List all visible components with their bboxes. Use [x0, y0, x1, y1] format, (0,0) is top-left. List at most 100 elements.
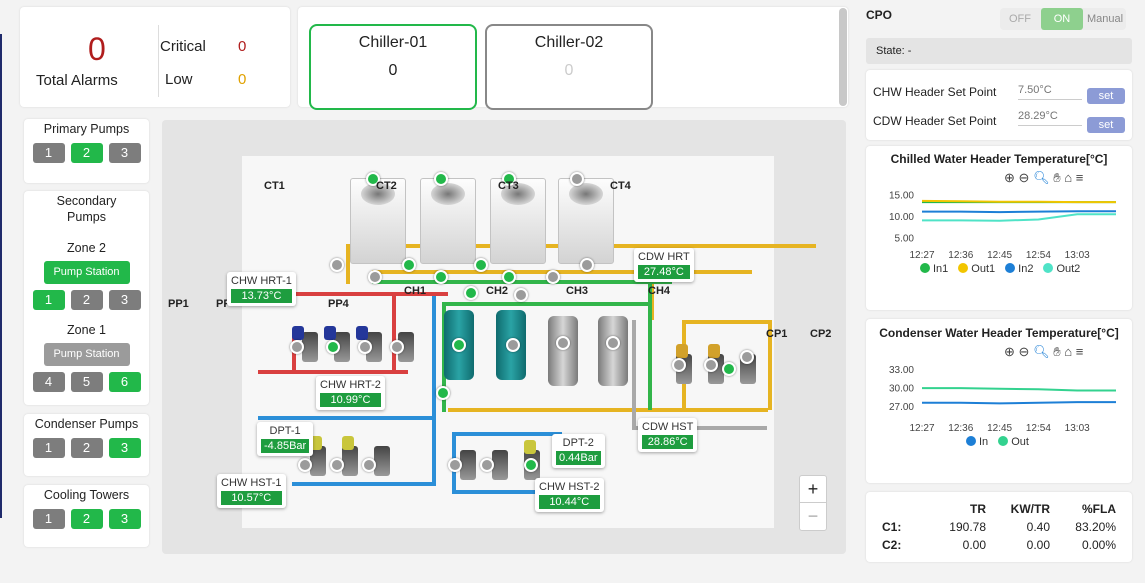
plant-diagram[interactable]: CT1 CT2 CT3 CT4 CH1 CH2 CH3 CH4 PP1 PP P… [162, 120, 846, 554]
legend-item[interactable]: In1 [920, 263, 948, 275]
cdw-hst-tag[interactable]: CDW HST 28.86°C [638, 418, 698, 452]
pan-hand-icon[interactable]: ✋︎ [1053, 170, 1060, 185]
chiller-1-status-dot[interactable] [452, 338, 466, 352]
valve-status-dot[interactable] [580, 258, 594, 272]
condenser-pump-status-dot[interactable] [672, 358, 686, 372]
primary-pump-1-button[interactable]: 1 [32, 143, 65, 163]
secondary-pump-status-dot[interactable] [448, 458, 462, 472]
cooling-tower-2[interactable] [420, 178, 476, 264]
chw-hrt1-tag[interactable]: CHW HRT-1 13.73°C [227, 272, 296, 306]
chiller-2-status-dot[interactable] [506, 338, 520, 352]
zoom-out-icon[interactable]: ⊖ [1019, 344, 1030, 359]
primary-pump-status-dot[interactable] [390, 340, 404, 354]
secondary-pump-status-dot[interactable] [524, 458, 538, 472]
secondary-pump-1-button[interactable]: 1 [32, 290, 65, 310]
secondary-pump-status-dot[interactable] [480, 458, 494, 472]
chiller-4-status-dot[interactable] [606, 336, 620, 350]
home-icon[interactable]: ⌂ [1064, 344, 1072, 359]
dpt1-tag[interactable]: DPT-1 -4.85Bar [257, 422, 314, 456]
cpo-manual-option[interactable]: Manual [1084, 8, 1126, 30]
valve-status-dot[interactable] [502, 270, 516, 284]
valve-status-dot[interactable] [546, 270, 560, 284]
primary-pump-unit[interactable] [302, 332, 318, 362]
legend-item[interactable]: Out [998, 436, 1029, 448]
primary-pump-3-button[interactable]: 3 [108, 143, 141, 163]
primary-pump-status-dot[interactable] [326, 340, 340, 354]
secondary-pump-2-button[interactable]: 2 [70, 290, 103, 310]
chiller-3-unit[interactable] [548, 316, 578, 386]
primary-pump-status-dot[interactable] [290, 340, 304, 354]
zoom-in-icon[interactable]: ⊕ [1004, 344, 1015, 359]
zoom-out-button[interactable]: − [800, 503, 826, 530]
condenser-pump-status-dot[interactable] [704, 358, 718, 372]
legend-item[interactable]: Out1 [958, 263, 995, 275]
cpo-mode-toggle[interactable]: OFF ON Manual [1000, 8, 1126, 30]
secondary-pump-unit[interactable] [374, 446, 390, 476]
chw-setpoint-input[interactable] [1018, 80, 1082, 100]
valve-status-dot[interactable] [402, 258, 416, 272]
cpo-off-option[interactable]: OFF [1000, 8, 1040, 30]
legend-item[interactable]: In2 [1005, 263, 1033, 275]
zoom-in-icon[interactable]: ⊕ [1004, 170, 1015, 185]
secondary-pump-status-dot[interactable] [298, 458, 312, 472]
zone-2-pump-station-button[interactable]: Pump Station [43, 261, 130, 284]
cpo-on-option[interactable]: ON [1041, 8, 1083, 30]
tower-4-status-dot[interactable] [570, 172, 584, 186]
primary-pump-2-button[interactable]: 2 [70, 143, 103, 163]
valve-status-dot[interactable] [368, 270, 382, 284]
chart-toolbar: ⊕ ⊖ 🔍︎ ✋︎ ⌂ ≡ [1004, 344, 1083, 360]
home-icon[interactable]: ⌂ [1064, 170, 1072, 185]
pan-hand-icon[interactable]: ✋︎ [1053, 344, 1060, 359]
chw-hrt2-tag[interactable]: CHW HRT-2 10.99°C [316, 376, 385, 410]
secondary-pump-5-button[interactable]: 5 [70, 372, 103, 392]
condenser-pumps-title: Condenser Pumps [34, 417, 139, 431]
condenser-pump-status-dot[interactable] [722, 362, 736, 376]
menu-icon[interactable]: ≡ [1076, 344, 1084, 359]
condenser-pump-status-dot[interactable] [740, 350, 754, 364]
valve-status-dot[interactable] [474, 258, 488, 272]
cooling-tower-2-button[interactable]: 2 [70, 509, 103, 529]
legend-item[interactable]: Out2 [1043, 263, 1080, 275]
magnify-icon[interactable]: 🔍︎ [1033, 344, 1050, 359]
legend-item[interactable]: In [966, 436, 988, 448]
secondary-pump-status-dot[interactable] [362, 458, 376, 472]
chiller-return-dot[interactable] [436, 386, 450, 400]
y-tick-label: 27.00 [889, 402, 914, 413]
secondary-pump-3-button[interactable]: 3 [108, 290, 141, 310]
chiller-valve-dot[interactable] [464, 286, 478, 300]
chiller-valve-dot[interactable] [514, 288, 528, 302]
cooling-tower-1-button[interactable]: 1 [32, 509, 65, 529]
condenser-pump-1-button[interactable]: 1 [32, 438, 65, 458]
cdw-setpoint-set-button[interactable]: set [1087, 117, 1125, 133]
cdw-hrt-tag[interactable]: CDW HRT 27.48°C [634, 248, 694, 282]
cdw-setpoint-input[interactable] [1018, 106, 1082, 126]
chiller-01-tile[interactable]: Chiller-01 0 [309, 24, 477, 110]
chiller-4-unit[interactable] [598, 316, 628, 386]
primary-pump-status-dot[interactable] [358, 340, 372, 354]
secondary-pump-unit[interactable] [342, 446, 358, 476]
chiller-02-tile[interactable]: Chiller-02 0 [485, 24, 653, 110]
cooling-tower-4[interactable] [558, 178, 614, 264]
magnify-icon[interactable]: 🔍︎ [1033, 170, 1050, 185]
cooling-tower-3-button[interactable]: 3 [108, 509, 141, 529]
zoom-out-icon[interactable]: ⊖ [1019, 170, 1030, 185]
chiller-3-status-dot[interactable] [556, 336, 570, 350]
valve-status-dot[interactable] [330, 258, 344, 272]
secondary-pump-6-button[interactable]: 6 [108, 372, 141, 392]
chw-setpoint-set-button[interactable]: set [1087, 88, 1125, 104]
secondary-pump-unit[interactable] [460, 450, 476, 480]
secondary-pump-4-button[interactable]: 4 [32, 372, 65, 392]
condenser-pump-3-button[interactable]: 3 [108, 438, 141, 458]
chw-hst2-tag[interactable]: CHW HST-2 10.44°C [535, 478, 604, 512]
chw-hst1-tag[interactable]: CHW HST-1 10.57°C [217, 474, 286, 508]
valve-status-dot[interactable] [434, 270, 448, 284]
tower-2-status-dot[interactable] [434, 172, 448, 186]
zone-1-pump-station-button[interactable]: Pump Station [43, 343, 130, 366]
menu-icon[interactable]: ≡ [1076, 170, 1084, 185]
secondary-pump-status-dot[interactable] [330, 458, 344, 472]
secondary-pump-unit[interactable] [492, 450, 508, 480]
zoom-in-button[interactable]: + [800, 476, 826, 503]
condenser-pump-2-button[interactable]: 2 [70, 438, 103, 458]
dpt2-tag[interactable]: DPT-2 0.44Bar [552, 434, 605, 468]
chillers-scrollbar[interactable] [839, 8, 847, 106]
